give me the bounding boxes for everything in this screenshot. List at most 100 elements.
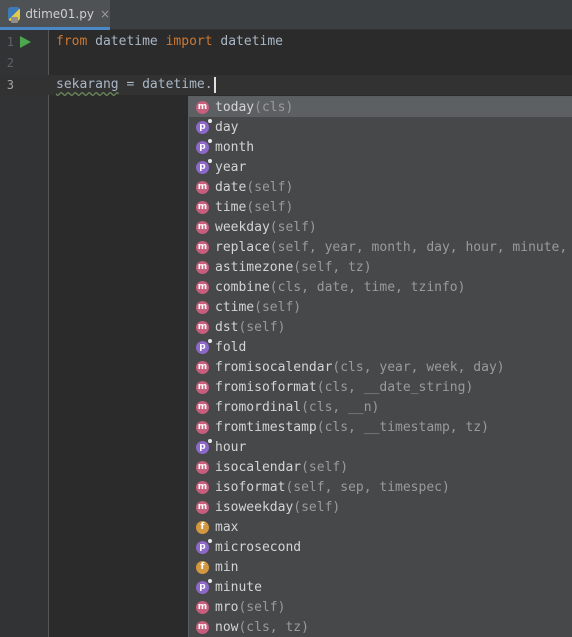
completion-name: date — [215, 179, 247, 195]
property-icon: p — [196, 118, 212, 134]
completion-signature: (self) — [269, 219, 317, 235]
field-icon: f — [196, 520, 209, 534]
property-icon: p — [196, 438, 212, 454]
completion-name: hour — [215, 439, 247, 455]
completion-name: microsecond — [215, 539, 302, 555]
method-icon: m — [196, 280, 209, 294]
completion-item-now[interactable]: m now (cls, tz) — [189, 617, 572, 637]
field-icon: f — [196, 560, 209, 574]
tab-dtime01-py[interactable]: dtime01.py × — [0, 0, 110, 30]
completion-name: isoweekday — [215, 499, 294, 515]
completion-name: isocalendar — [215, 459, 302, 475]
code-text: sekarang = datetime. — [56, 75, 216, 95]
line-number: 1 — [6, 35, 14, 49]
completion-name: month — [215, 139, 255, 155]
completion-name: fold — [215, 339, 247, 355]
autocomplete-popup[interactable]: m today (cls) p day p month p year m date (self) m ti… — [188, 96, 572, 637]
completion-name: now — [215, 619, 239, 635]
property-icon: p — [196, 538, 212, 554]
completion-signature: (self, tz) — [293, 259, 372, 275]
completion-name: dst — [215, 319, 239, 335]
completion-item-microsecond[interactable]: p microsecond — [189, 537, 572, 557]
completion-signature: (self, sep, timespec) — [285, 479, 450, 495]
completion-item-month[interactable]: p month — [189, 137, 572, 157]
method-icon: m — [196, 400, 209, 414]
completion-item-isoformat[interactable]: m isoformat (self, sep, timespec) — [189, 477, 572, 497]
completion-signature: (self, year, month, day, hour, minute, — [269, 239, 568, 255]
completion-name: today — [215, 99, 255, 115]
completion-signature: (self) — [238, 599, 286, 615]
completion-item-fromisoformat[interactable]: m fromisoformat (cls, __date_string) — [189, 377, 572, 397]
property-icon: p — [196, 138, 212, 154]
completion-item-fromordinal[interactable]: m fromordinal (cls, __n) — [189, 397, 572, 417]
completion-item-dst[interactable]: m dst (self) — [189, 317, 572, 337]
method-icon: m — [196, 260, 209, 274]
python-file-icon — [8, 6, 21, 23]
run-icon[interactable] — [20, 36, 31, 48]
completion-item-fromtimestamp[interactable]: m fromtimestamp (cls, __timestamp, tz) — [189, 417, 572, 437]
code-text: from datetime import datetime — [56, 32, 283, 52]
completion-item-time[interactable]: m time (self) — [189, 197, 572, 217]
completion-item-weekday[interactable]: m weekday (self) — [189, 217, 572, 237]
completion-name: min — [215, 559, 239, 575]
completion-item-combine[interactable]: m combine (cls, date, time, tzinfo) — [189, 277, 572, 297]
completion-item-isoweekday[interactable]: m isoweekday (self) — [189, 497, 572, 517]
completion-item-today[interactable]: m today (cls) — [189, 97, 572, 117]
completion-signature: (self) — [246, 179, 294, 195]
completion-name: isoformat — [215, 479, 286, 495]
line-number-gutter — [0, 30, 49, 637]
close-tab-icon[interactable]: × — [100, 7, 110, 21]
completion-item-max[interactable]: f max — [189, 517, 572, 537]
completion-name: time — [215, 199, 247, 215]
completion-name: mro — [215, 599, 239, 615]
completion-name: ctime — [215, 299, 255, 315]
completion-item-fold[interactable]: p fold — [189, 337, 572, 357]
completion-name: fromisoformat — [215, 379, 317, 395]
method-icon: m — [196, 300, 209, 314]
completion-item-min[interactable]: f min — [189, 557, 572, 577]
method-icon: m — [196, 480, 209, 494]
code-line-1[interactable]: 1 from datetime import datetime — [0, 32, 572, 52]
method-icon: m — [196, 600, 209, 614]
method-icon: m — [196, 100, 209, 114]
completion-signature: (self) — [301, 459, 349, 475]
code-line-2[interactable]: 2 — [0, 53, 572, 73]
completion-name: weekday — [215, 219, 270, 235]
completion-item-date[interactable]: m date (self) — [189, 177, 572, 197]
completion-name: fromordinal — [215, 399, 302, 415]
completion-name: max — [215, 519, 239, 535]
tab-filename: dtime01.py — [25, 6, 94, 21]
method-icon: m — [196, 360, 209, 374]
completion-item-minute[interactable]: p minute — [189, 577, 572, 597]
completion-item-year[interactable]: p year — [189, 157, 572, 177]
completion-name: year — [215, 159, 247, 175]
variable-sekarang: sekarang — [56, 77, 119, 92]
completion-item-mro[interactable]: m mro (self) — [189, 597, 572, 617]
completion-item-hour[interactable]: p hour — [189, 437, 572, 457]
method-icon: m — [196, 320, 209, 334]
completion-name: fromisocalendar — [215, 359, 333, 375]
completion-item-ctime[interactable]: m ctime (self) — [189, 297, 572, 317]
text-caret — [213, 76, 216, 93]
property-icon: p — [196, 578, 212, 594]
method-icon: m — [196, 240, 209, 254]
completion-signature: (cls, __timestamp, tz) — [316, 419, 489, 435]
module-name: datetime — [87, 34, 166, 49]
completion-signature: (cls, date, time, tzinfo) — [269, 279, 466, 295]
method-icon: m — [196, 620, 209, 634]
completion-item-astimezone[interactable]: m astimezone (self, tz) — [189, 257, 572, 277]
completion-name: minute — [215, 579, 262, 595]
completion-item-replace[interactable]: m replace (self, year, month, day, hour, m… — [189, 237, 572, 257]
completion-item-fromisocalendar[interactable]: m fromisocalendar (cls, year, week, day) — [189, 357, 572, 377]
code-line-3[interactable]: 3 sekarang = datetime. — [0, 75, 572, 95]
completion-item-day[interactable]: p day — [189, 117, 572, 137]
method-icon: m — [196, 180, 209, 194]
property-icon: p — [196, 158, 212, 174]
completion-signature: (self) — [246, 199, 294, 215]
property-icon: p — [196, 338, 212, 354]
method-icon: m — [196, 220, 209, 234]
method-icon: m — [196, 460, 209, 474]
completion-signature: (self) — [254, 299, 302, 315]
completion-signature: (self) — [238, 319, 286, 335]
completion-item-isocalendar[interactable]: m isocalendar (self) — [189, 457, 572, 477]
